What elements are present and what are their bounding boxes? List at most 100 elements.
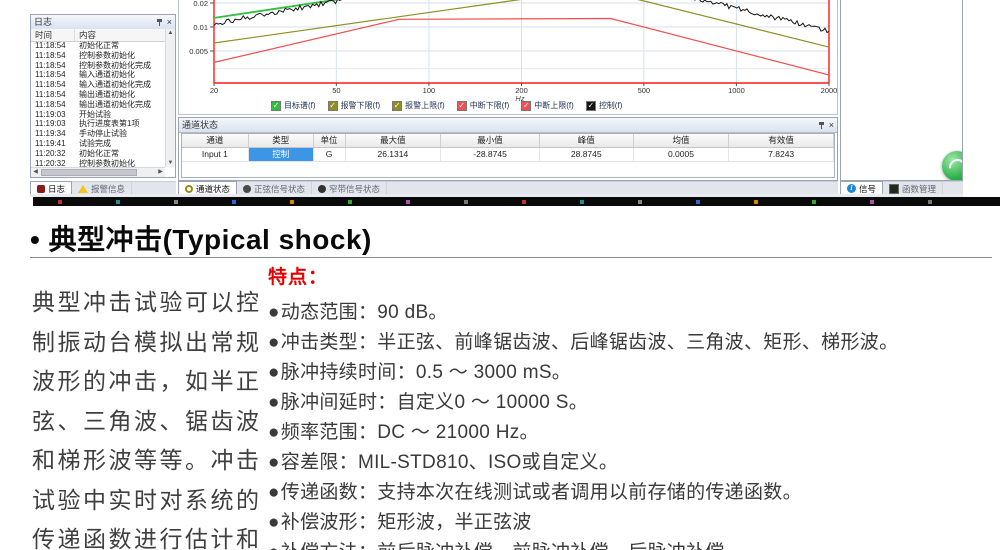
svg-text:50: 50 — [332, 86, 340, 95]
column-header: 类型 — [249, 134, 314, 147]
feature-item: ●冲击类型：半正弦、前峰锯齿波、后峰锯齿波、三角波、矩形、梯形波。 — [268, 328, 988, 358]
log-vertical-scrollbar[interactable]: ▲ ▼ — [165, 29, 175, 167]
log-row: 11:18:54控制参数初始化 — [31, 51, 165, 61]
taskbar-strip — [33, 197, 1000, 206]
signal-panel — [840, 0, 963, 181]
channel-status-panel: 通道状态 × 通道类型单位最大值最小值峰值均值有效值Input 1控制G26.1… — [178, 117, 838, 181]
log-row: 11:20:32控制参数初始化 — [31, 159, 165, 167]
table-cell: 7.8243 — [729, 148, 834, 161]
pin-icon[interactable] — [818, 121, 825, 129]
log-row: 11:19:41试验完成 — [31, 139, 165, 149]
taskbar-speck — [522, 200, 526, 204]
run-button[interactable] — [942, 151, 963, 181]
bullet-icon: ● — [268, 452, 280, 473]
bullet-icon: ● — [268, 332, 280, 353]
log-tabstrip: 日志 报警信息 — [30, 181, 176, 195]
log-horizontal-scrollbar[interactable]: ◀ ▶ — [31, 167, 165, 177]
feature-item: ●补偿波形：矩形波，半正弦波 — [268, 508, 988, 538]
close-icon[interactable]: × — [829, 121, 834, 129]
taskbar-speck — [232, 200, 236, 204]
wave-icon — [946, 156, 963, 180]
legend-item: ✓报警上限(f) — [392, 100, 445, 111]
taskbar-speck — [638, 200, 642, 204]
legend-label: 目标谱(f) — [284, 100, 316, 111]
svg-text:100: 100 — [423, 86, 436, 95]
sine-signal-icon — [243, 185, 251, 193]
table-row[interactable]: Input 1控制G26.1314-28.874528.87450.00057.… — [182, 148, 834, 162]
feature-item: ●脉冲持续时间：0.5 ～ 3000 mS。 — [268, 358, 988, 388]
legend-checkbox[interactable]: ✓ — [457, 101, 467, 111]
table-cell: Input 1 — [182, 148, 249, 161]
column-header: 单位 — [314, 134, 346, 147]
legend-item: ✓中断上限(f) — [521, 100, 574, 111]
log-row: 11:18:54输出通道初始化完成 — [31, 100, 165, 110]
svg-text:0.01: 0.01 — [193, 23, 208, 32]
feature-item: ●传递函数：支持本次在线测试或者调用以前存储的传递函数。 — [268, 478, 988, 508]
tab-signal[interactable]: i 信号 — [840, 181, 883, 195]
log-row: 11:19:03执行进度表第1项 — [31, 119, 165, 129]
column-header: 通道 — [182, 134, 249, 147]
title-bullet: • — [30, 224, 40, 255]
legend-item: ✓中断下限(f) — [457, 100, 510, 111]
bullet-icon: ● — [268, 422, 280, 443]
pin-icon[interactable] — [156, 18, 163, 26]
log-row: 11:18:54输出通道初始化 — [31, 90, 165, 100]
legend-checkbox[interactable]: ✓ — [271, 101, 281, 111]
paragraph-line: 传递函数进行估计和 — [32, 520, 272, 550]
features-section: 特点： ●动态范围：90 dB。●冲击类型：半正弦、前峰锯齿波、后峰锯齿波、三角… — [268, 262, 988, 550]
column-header: 最小值 — [441, 134, 540, 147]
legend-checkbox[interactable]: ✓ — [521, 101, 531, 111]
feature-item: ●动态范围：90 dB。 — [268, 298, 988, 328]
spectrum-chart: 0.020.010.005205010020050010002000Hz — [179, 0, 837, 115]
column-header: 最大值 — [346, 134, 442, 147]
svg-text:0.02: 0.02 — [193, 0, 208, 8]
function-manager-icon — [889, 184, 899, 194]
paragraph-line: 弦、三角波、锯齿波 — [32, 402, 272, 442]
paragraph-line: 波形的冲击，如半正 — [32, 362, 272, 402]
taskbar-speck — [928, 200, 932, 204]
legend-checkbox[interactable]: ✓ — [392, 101, 402, 111]
taskbar-speck — [348, 200, 352, 204]
narrowband-signal-icon — [318, 185, 326, 193]
column-header: 均值 — [634, 134, 730, 147]
scroll-left-icon[interactable]: ◀ — [31, 168, 40, 177]
paragraph-line: 典型冲击试验可以控 — [32, 283, 272, 323]
log-row: 11:19:03开始试验 — [31, 110, 165, 120]
log-row: 11:18:54输入通道初始化 — [31, 70, 165, 80]
feature-item: ●容差限：MIL-STD810、ISO或自定义。 — [268, 448, 988, 478]
taskbar-speck — [406, 200, 410, 204]
svg-text:20: 20 — [210, 86, 218, 95]
paragraph-line: 制振动台模拟出常规 — [32, 323, 272, 363]
channel-table: 通道类型单位最大值最小值峰值均值有效值Input 1控制G26.1314-28.… — [181, 133, 835, 178]
bullet-icon: ● — [268, 542, 280, 550]
taskbar-speck — [58, 200, 62, 204]
taskbar-speck — [812, 200, 816, 204]
log-row: 11:20:32初始化正常 — [31, 149, 165, 159]
legend-label: 控制(f) — [599, 100, 623, 111]
legend-checkbox[interactable]: ✓ — [586, 101, 596, 111]
scroll-up-icon[interactable]: ▲ — [166, 29, 175, 37]
log-panel-titlebar: 日志 × — [31, 15, 175, 30]
legend-checkbox[interactable]: ✓ — [328, 101, 338, 111]
page-title: • 典型冲击(Typical shock) — [30, 218, 372, 258]
column-header: 峰值 — [540, 134, 634, 147]
table-cell: -28.8745 — [441, 148, 540, 161]
scroll-down-icon[interactable]: ▼ — [166, 159, 175, 167]
scroll-right-icon[interactable]: ▶ — [156, 168, 165, 177]
close-icon[interactable]: × — [167, 18, 172, 26]
tab-log[interactable]: 日志 — [30, 181, 72, 195]
tab-channel-status[interactable]: 通道状态 — [178, 181, 237, 195]
feature-item: ●脉冲间延时：自定义0 ～ 10000 S。 — [268, 388, 988, 418]
bullet-icon: ● — [268, 482, 280, 503]
log-col-time: 时间 — [31, 29, 75, 41]
paragraph-line: 试验中实时对系统的 — [32, 481, 272, 521]
scrollbar-thumb[interactable] — [41, 169, 137, 176]
taskbar-speck — [870, 200, 874, 204]
status-tabstrip: 通道状态 正弦信号状态 窄带信号状态 — [178, 181, 838, 195]
taskbar-speck — [116, 200, 120, 204]
log-panel-title: 日志 — [34, 15, 52, 29]
table-header-row: 通道类型单位最大值最小值峰值均值有效值 — [182, 134, 834, 148]
feature-item: ●补偿方法：前后脉冲补偿，前脉冲补偿，后脉冲补偿 — [268, 538, 988, 550]
log-icon — [37, 185, 45, 193]
table-cell: 26.1314 — [346, 148, 442, 161]
